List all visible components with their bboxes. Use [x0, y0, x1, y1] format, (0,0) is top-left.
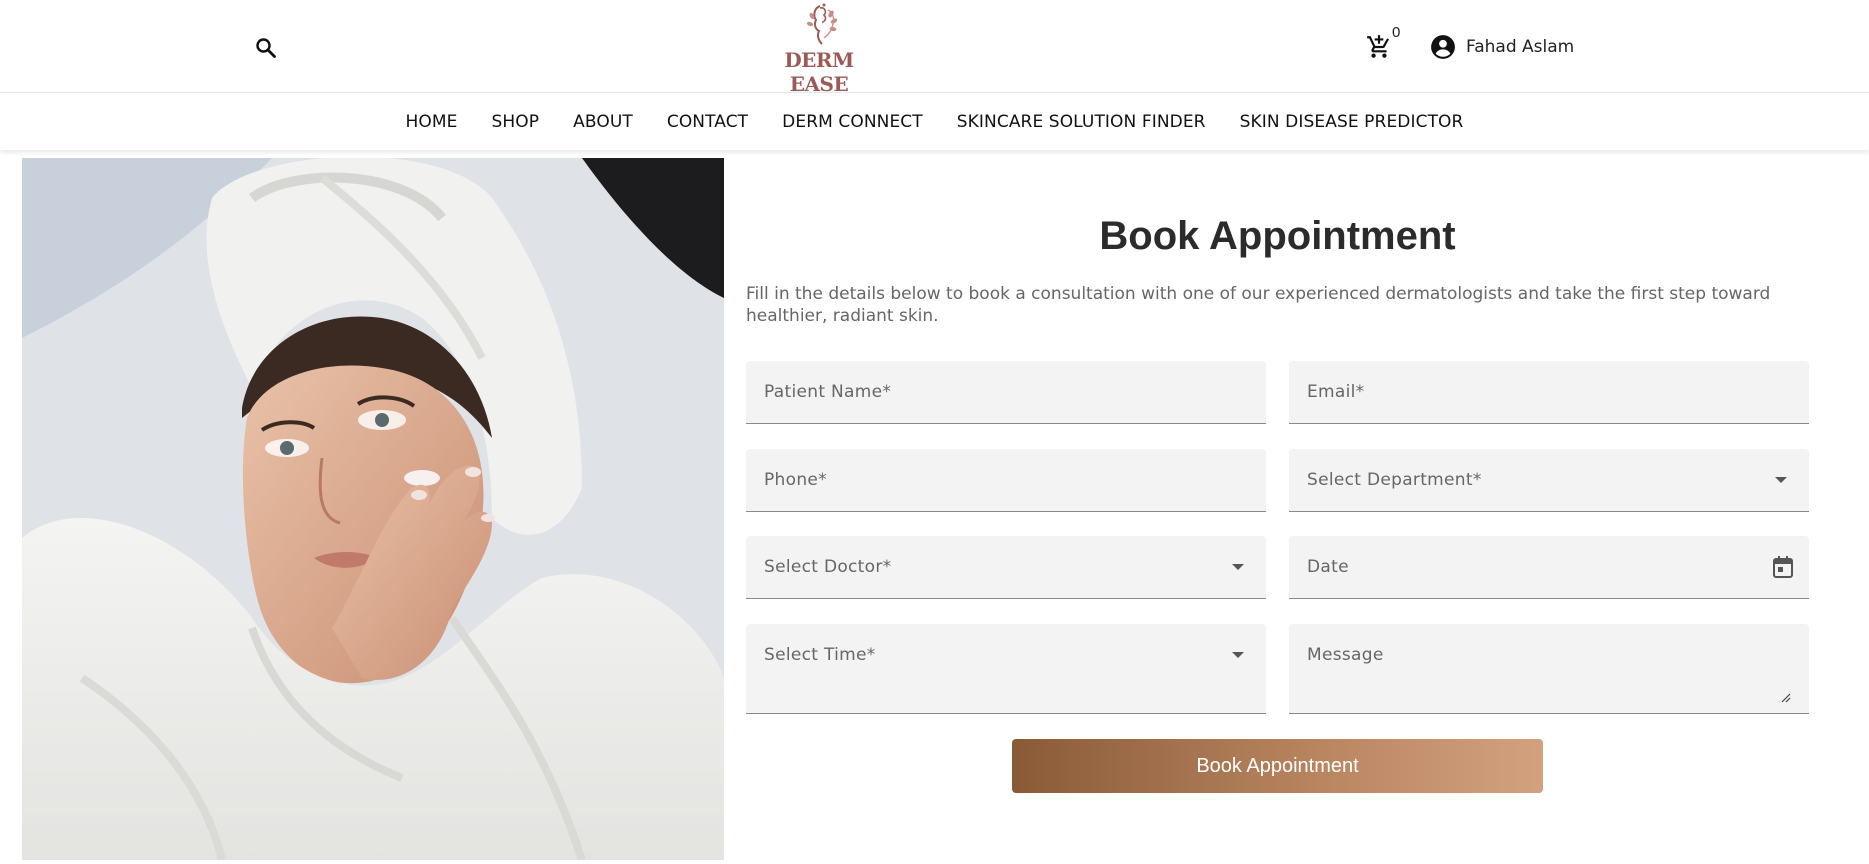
doctor-select[interactable]: Select Doctor* — [746, 536, 1266, 599]
chevron-down-icon — [1232, 564, 1244, 570]
patient-name-label: Patient Name* — [764, 382, 892, 402]
main-nav: HOME SHOP ABOUT CONTACT DERM CONNECT SKI… — [0, 92, 1869, 150]
nav-item-about[interactable]: ABOUT — [556, 112, 650, 132]
logo-woman-silhouette — [806, 3, 838, 45]
resize-handle-icon[interactable] — [1781, 693, 1791, 703]
top-header: DERM EASE 0 Fahad Aslam — [0, 0, 1869, 96]
department-select[interactable]: Select Department* — [1289, 449, 1809, 512]
cart-button[interactable]: 0 — [1366, 24, 1400, 64]
cart-icon — [1367, 35, 1389, 58]
hero-image — [22, 158, 724, 860]
phone-field[interactable]: Phone* — [746, 449, 1266, 512]
cart-count-badge: 0 — [1392, 24, 1401, 41]
date-field[interactable]: Date — [1289, 536, 1809, 599]
chevron-down-icon — [1232, 652, 1244, 658]
nav-item-shop[interactable]: SHOP — [475, 112, 557, 132]
nav-item-home[interactable]: HOME — [389, 112, 475, 132]
search-button[interactable] — [250, 32, 282, 64]
calendar-icon[interactable] — [1771, 554, 1795, 580]
form-title: Book Appointment — [1099, 214, 1456, 258]
phone-label: Phone* — [764, 470, 827, 490]
email-field[interactable]: Email* — [1289, 361, 1809, 424]
logo[interactable]: DERM EASE — [764, 2, 874, 96]
time-label: Select Time* — [764, 645, 876, 665]
book-appointment-button[interactable]: Book Appointment — [1012, 739, 1543, 793]
nav-item-contact[interactable]: CONTACT — [650, 112, 765, 132]
chevron-down-icon — [1775, 477, 1787, 483]
department-label: Select Department* — [1307, 470, 1482, 490]
user-menu[interactable]: Fahad Aslam — [1430, 30, 1574, 64]
message-label: Message — [1307, 645, 1384, 665]
doctor-label: Select Doctor* — [764, 557, 892, 577]
account-circle-icon — [1431, 35, 1455, 59]
user-name: Fahad Aslam — [1466, 37, 1575, 57]
nav-item-skin-disease-predictor[interactable]: SKIN DISEASE PREDICTOR — [1223, 112, 1481, 132]
date-label: Date — [1307, 557, 1349, 577]
patient-name-field[interactable]: Patient Name* — [746, 361, 1266, 424]
nav-item-skincare-solution-finder[interactable]: SKINCARE SOLUTION FINDER — [940, 112, 1223, 132]
woman-applying-cream-illustration — [22, 158, 724, 860]
logo-text: DERM EASE — [784, 48, 854, 96]
nav-item-derm-connect[interactable]: DERM CONNECT — [765, 112, 940, 132]
form-description: Fill in the details below to book a cons… — [746, 284, 1771, 326]
email-label: Email* — [1307, 382, 1365, 402]
time-select[interactable]: Select Time* — [746, 624, 1266, 714]
message-textarea[interactable]: Message — [1289, 624, 1809, 714]
search-icon — [256, 38, 276, 58]
